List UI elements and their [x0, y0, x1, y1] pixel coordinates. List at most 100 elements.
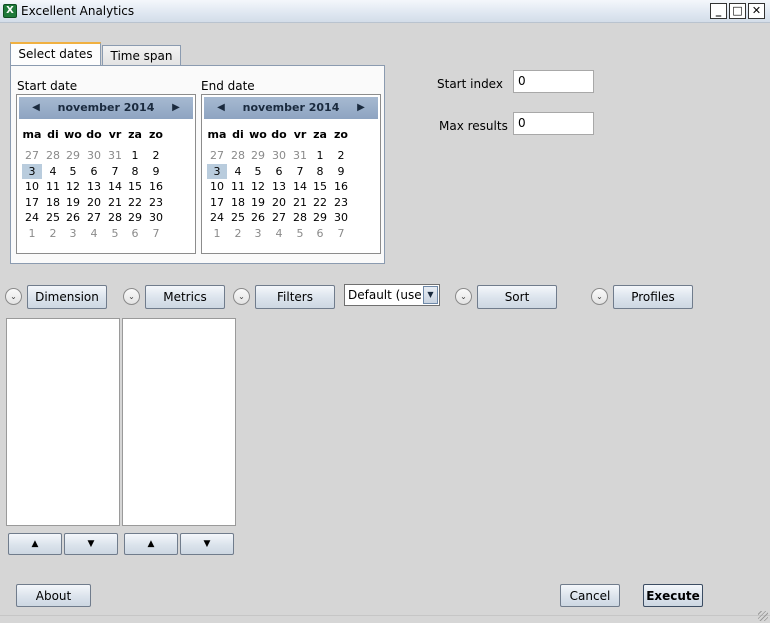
calendar-day[interactable]: 16: [331, 179, 351, 194]
dimension-button[interactable]: Dimension: [27, 285, 107, 309]
calendar-day[interactable]: 1: [125, 148, 145, 163]
calendar-day[interactable]: 14: [105, 179, 125, 194]
start-index-input[interactable]: 0: [513, 70, 594, 93]
calendar-day[interactable]: 18: [43, 195, 63, 210]
close-button[interactable]: ✕: [748, 3, 765, 19]
calendar-day[interactable]: 6: [84, 164, 104, 179]
calendar-day[interactable]: 23: [331, 195, 351, 210]
calendar-day[interactable]: 20: [84, 195, 104, 210]
calendar-day[interactable]: 5: [290, 226, 310, 241]
calendar-day[interactable]: 2: [43, 226, 63, 241]
calendar-month[interactable]: november 2014: [204, 101, 378, 114]
calendar-day[interactable]: 28: [228, 148, 248, 163]
calendar-day[interactable]: 16: [146, 179, 166, 194]
calendar-day[interactable]: 28: [290, 210, 310, 225]
dimension-expander-icon[interactable]: ⌄: [5, 288, 22, 305]
resize-grip-icon[interactable]: [758, 611, 768, 621]
calendar-day[interactable]: 11: [43, 179, 63, 194]
calendar-day[interactable]: 25: [228, 210, 248, 225]
calendar-day[interactable]: 30: [269, 148, 289, 163]
next-month-icon[interactable]: ▶: [354, 101, 368, 115]
calendar-day[interactable]: 11: [228, 179, 248, 194]
calendar-day[interactable]: 1: [310, 148, 330, 163]
minimize-button[interactable]: _: [710, 3, 727, 19]
metrics-move-up-button[interactable]: ▲: [124, 533, 178, 555]
dimension-list[interactable]: [6, 318, 120, 526]
calendar-day[interactable]: 26: [248, 210, 268, 225]
calendar-month[interactable]: november 2014: [19, 101, 193, 114]
calendar-day[interactable]: 4: [43, 164, 63, 179]
calendar-day[interactable]: 6: [310, 226, 330, 241]
calendar-day[interactable]: 14: [290, 179, 310, 194]
calendar-day[interactable]: 21: [290, 195, 310, 210]
calendar-day[interactable]: 8: [310, 164, 330, 179]
cancel-button[interactable]: Cancel: [560, 584, 620, 607]
dimension-move-down-button[interactable]: ▼: [64, 533, 118, 555]
calendar-day[interactable]: 27: [269, 210, 289, 225]
calendar-day[interactable]: 18: [228, 195, 248, 210]
metrics-button[interactable]: Metrics: [145, 285, 225, 309]
calendar-day[interactable]: 15: [310, 179, 330, 194]
calendar-day[interactable]: 19: [63, 195, 83, 210]
filters-expander-icon[interactable]: ⌄: [233, 288, 250, 305]
calendar-day[interactable]: 10: [207, 179, 227, 194]
calendar-day[interactable]: 2: [228, 226, 248, 241]
maximize-button[interactable]: □: [729, 3, 746, 19]
calendar-day[interactable]: 22: [125, 195, 145, 210]
start-date-calendar[interactable]: ◀ november 2014 ▶ ma di wo do vr za zo 27 28 29 30…: [16, 94, 196, 254]
calendar-day[interactable]: 9: [146, 164, 166, 179]
calendar-day[interactable]: 4: [84, 226, 104, 241]
calendar-day[interactable]: 12: [248, 179, 268, 194]
calendar-day[interactable]: 4: [228, 164, 248, 179]
calendar-day[interactable]: 4: [269, 226, 289, 241]
profiles-button[interactable]: Profiles: [613, 285, 693, 309]
calendar-day[interactable]: 28: [43, 148, 63, 163]
calendar-day[interactable]: 6: [269, 164, 289, 179]
calendar-day[interactable]: 26: [63, 210, 83, 225]
calendar-day[interactable]: 31: [105, 148, 125, 163]
calendar-day[interactable]: 17: [22, 195, 42, 210]
calendar-day[interactable]: 5: [105, 226, 125, 241]
metrics-expander-icon[interactable]: ⌄: [123, 288, 140, 305]
calendar-day[interactable]: 5: [248, 164, 268, 179]
dimension-move-up-button[interactable]: ▲: [8, 533, 62, 555]
max-results-input[interactable]: 0: [513, 112, 594, 135]
calendar-day[interactable]: 27: [22, 148, 42, 163]
about-button[interactable]: About: [16, 584, 91, 607]
sort-button[interactable]: Sort: [477, 285, 557, 309]
metrics-move-down-button[interactable]: ▼: [180, 533, 234, 555]
calendar-day[interactable]: 7: [105, 164, 125, 179]
calendar-day[interactable]: 20: [269, 195, 289, 210]
calendar-day[interactable]: 7: [146, 226, 166, 241]
calendar-day[interactable]: 23: [146, 195, 166, 210]
calendar-day[interactable]: 2: [331, 148, 351, 163]
calendar-day[interactable]: 3: [207, 163, 227, 179]
calendar-day[interactable]: 22: [310, 195, 330, 210]
sort-expander-icon[interactable]: ⌄: [455, 288, 472, 305]
calendar-day[interactable]: 9: [331, 164, 351, 179]
next-month-icon[interactable]: ▶: [169, 101, 183, 115]
filters-button[interactable]: Filters: [255, 285, 335, 309]
tab-select-dates[interactable]: Select dates: [10, 42, 101, 67]
calendar-day[interactable]: 1: [207, 226, 227, 241]
calendar-day[interactable]: 15: [125, 179, 145, 194]
profiles-expander-icon[interactable]: ⌄: [591, 288, 608, 305]
calendar-day[interactable]: 29: [310, 210, 330, 225]
calendar-day[interactable]: 24: [207, 210, 227, 225]
calendar-day[interactable]: 25: [43, 210, 63, 225]
calendar-day[interactable]: 30: [146, 210, 166, 225]
calendar-day[interactable]: 27: [207, 148, 227, 163]
calendar-day[interactable]: 31: [290, 148, 310, 163]
calendar-day[interactable]: 6: [125, 226, 145, 241]
calendar-day[interactable]: 29: [248, 148, 268, 163]
calendar-day[interactable]: 3: [22, 163, 42, 179]
segment-dropdown[interactable]: Default (use if ▼: [344, 284, 440, 306]
calendar-day[interactable]: 7: [290, 164, 310, 179]
calendar-day[interactable]: 3: [248, 226, 268, 241]
calendar-day[interactable]: 13: [269, 179, 289, 194]
calendar-day[interactable]: 30: [331, 210, 351, 225]
calendar-day[interactable]: 3: [63, 226, 83, 241]
calendar-day[interactable]: 12: [63, 179, 83, 194]
calendar-day[interactable]: 10: [22, 179, 42, 194]
calendar-day[interactable]: 28: [105, 210, 125, 225]
